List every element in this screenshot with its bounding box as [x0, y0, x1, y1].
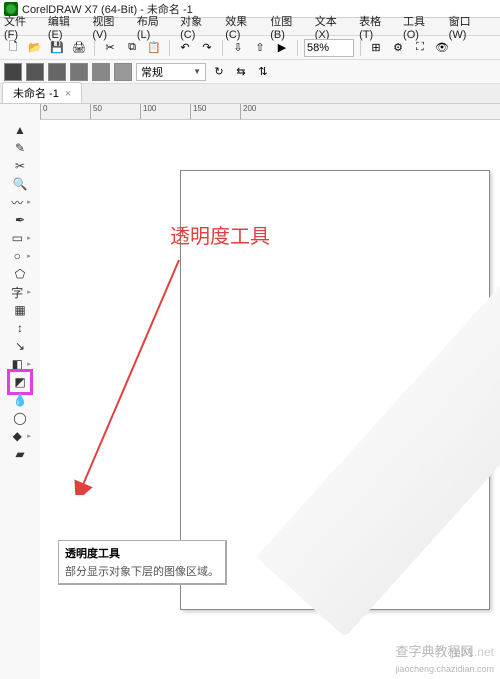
ruler-tick: 200: [240, 104, 290, 119]
annotation-label: 透明度工具: [170, 220, 270, 249]
new-button[interactable]: 🗋: [4, 39, 22, 57]
swatch-5[interactable]: [92, 63, 110, 81]
undo-button[interactable]: ↶: [176, 39, 194, 57]
snap-button[interactable]: ⊞: [367, 39, 385, 57]
swatch-1[interactable]: [4, 63, 22, 81]
separator: [169, 40, 170, 56]
paste-button[interactable]: 📋: [145, 39, 163, 57]
swatch-3[interactable]: [48, 63, 66, 81]
document-tabs: 未命名 -1 ×: [0, 84, 500, 104]
menu-edit[interactable]: 编辑(E): [48, 13, 82, 41]
flyout-icon: ▸: [27, 198, 31, 206]
artistic-media-tool[interactable]: ✒: [12, 212, 28, 228]
fill-tool[interactable]: ◆: [9, 428, 25, 444]
table-tool[interactable]: ▦: [12, 302, 28, 318]
flyout-icon: ▸: [27, 360, 31, 368]
canvas[interactable]: 透明度工具 透明度工具 部分显示对象下层的图像区域。: [40, 120, 500, 679]
eyedropper-tool[interactable]: 💧: [12, 392, 28, 408]
menu-bar: 文件(F) 编辑(E) 视图(V) 布局(L) 对象(C) 效果(C) 位图(B…: [0, 18, 500, 36]
menu-effect[interactable]: 效果(C): [225, 13, 260, 41]
property-toolbar: 常规 ▼ ↻ ⇆ ⇅: [0, 60, 500, 84]
dimension-tool[interactable]: ↕: [12, 320, 28, 336]
text-tool[interactable]: 字: [9, 284, 25, 300]
interactive-fill-tool[interactable]: ▰: [12, 446, 28, 462]
ruler-tick: 50: [90, 104, 140, 119]
separator: [360, 40, 361, 56]
flyout-icon: ▸: [27, 252, 31, 260]
connector-tool[interactable]: ↘: [12, 338, 28, 354]
workspace: 0 50 100 150 200 ▲✎✂🔍〰▸✒▭▸○▸⬠字▸▦↕↘◧▸◩💧◯◆…: [0, 104, 500, 679]
mirror-h-icon[interactable]: ⇆: [232, 63, 250, 81]
document-tab[interactable]: 未命名 -1 ×: [2, 82, 82, 103]
ruler-tick: 150: [190, 104, 240, 119]
copy-button[interactable]: ⧉: [123, 39, 141, 57]
menu-file[interactable]: 文件(F): [4, 13, 38, 41]
freehand-tool[interactable]: 〰: [9, 194, 25, 210]
import-button[interactable]: ⇩: [229, 39, 247, 57]
separator: [94, 40, 95, 56]
tooltip-body: 部分显示对象下层的图像区域。: [65, 563, 219, 579]
refresh-icon[interactable]: ↻: [210, 63, 228, 81]
swatch-4[interactable]: [70, 63, 88, 81]
cut-button[interactable]: ✂: [101, 39, 119, 57]
menu-layout[interactable]: 布局(L): [137, 13, 170, 41]
horizontal-ruler: 0 50 100 150 200: [40, 104, 500, 120]
chevron-down-icon: ▼: [193, 67, 201, 76]
shape-tool[interactable]: ✎: [12, 140, 28, 156]
rectangle-tool[interactable]: ▭: [9, 230, 25, 246]
tooltip-title: 透明度工具: [65, 545, 219, 561]
menu-bitmap[interactable]: 位图(B): [270, 13, 304, 41]
transparency-tool[interactable]: ◩: [12, 374, 28, 390]
watermark-text: 查字典教程网 jiaocheng.chazidian.com: [395, 641, 494, 675]
redo-button[interactable]: ↷: [198, 39, 216, 57]
tooltip: 透明度工具 部分显示对象下层的图像区域。: [58, 540, 227, 585]
style-value: 常规: [141, 64, 163, 80]
zoom-input[interactable]: [304, 39, 354, 57]
outline-tool[interactable]: ◯: [12, 410, 28, 426]
menu-table[interactable]: 表格(T): [359, 13, 393, 41]
menu-text[interactable]: 文本(X): [315, 13, 349, 41]
toolbox: ▲✎✂🔍〰▸✒▭▸○▸⬠字▸▦↕↘◧▸◩💧◯◆▸▰: [0, 104, 40, 679]
diagonal-shape[interactable]: [256, 245, 500, 637]
annotation-arrow-icon: [74, 255, 184, 495]
mirror-v-icon[interactable]: ⇅: [254, 63, 272, 81]
swatch-6[interactable]: [114, 63, 132, 81]
save-button[interactable]: 💾: [48, 39, 66, 57]
flyout-icon: ▸: [27, 234, 31, 242]
zoom-tool[interactable]: 🔍: [12, 176, 28, 192]
crop-tool[interactable]: ✂: [12, 158, 28, 174]
menu-tools[interactable]: 工具(O): [403, 13, 439, 41]
dropshadow-tool[interactable]: ◧: [9, 356, 25, 372]
launch-button[interactable]: ▶: [273, 39, 291, 57]
print-button[interactable]: 🖨: [70, 39, 88, 57]
options-button[interactable]: ⚙: [389, 39, 407, 57]
export-button[interactable]: ⇧: [251, 39, 269, 57]
tab-label: 未命名 -1: [13, 88, 59, 100]
menu-view[interactable]: 视图(V): [92, 13, 126, 41]
open-button[interactable]: 📂: [26, 39, 44, 57]
fullscreen-button[interactable]: ⛶: [411, 39, 429, 57]
pick-tool[interactable]: ▲: [12, 122, 28, 138]
menu-window[interactable]: 窗口(W): [449, 13, 486, 41]
separator: [222, 40, 223, 56]
menu-object[interactable]: 对象(C): [180, 13, 215, 41]
flyout-icon: ▸: [27, 432, 31, 440]
swatch-2[interactable]: [26, 63, 44, 81]
ruler-tick: 0: [40, 104, 90, 119]
tab-close-icon[interactable]: ×: [65, 88, 71, 100]
ruler-tick: 100: [140, 104, 190, 119]
polygon-tool[interactable]: ⬠: [12, 266, 28, 282]
view-button[interactable]: 👁: [433, 39, 451, 57]
flyout-icon: ▸: [27, 288, 31, 296]
style-dropdown[interactable]: 常规 ▼: [136, 63, 206, 81]
ellipse-tool[interactable]: ○: [9, 248, 25, 264]
separator: [297, 40, 298, 56]
